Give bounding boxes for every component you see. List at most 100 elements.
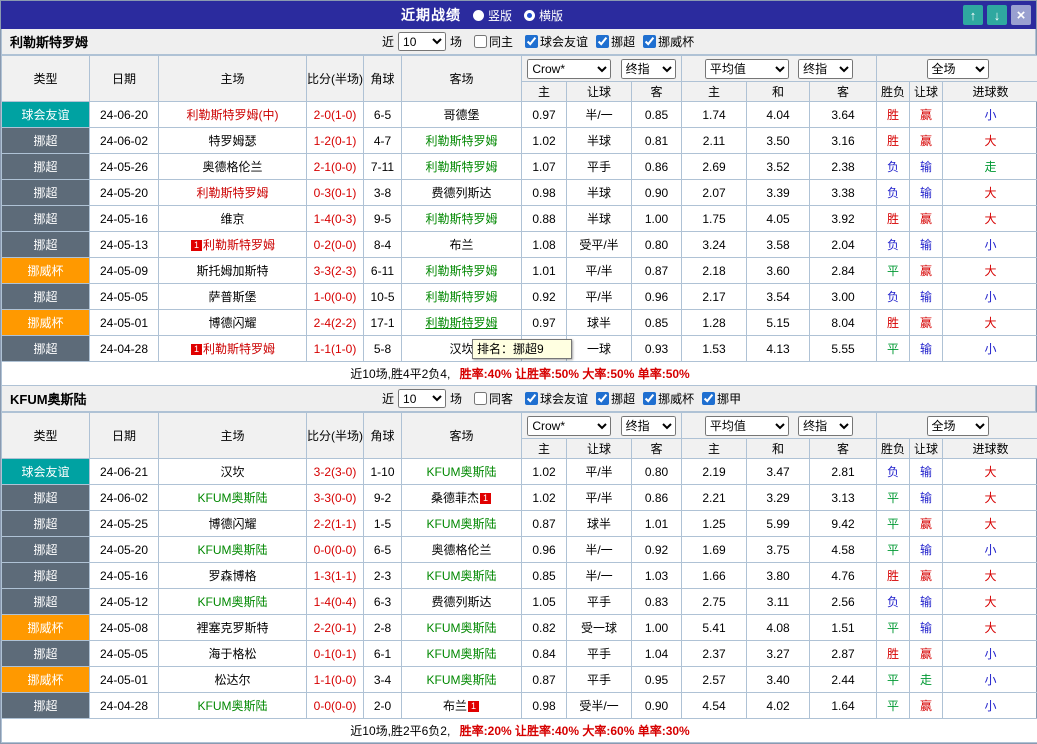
radio-selected-icon[interactable] (524, 10, 535, 21)
book-period-select[interactable]: 终指 (621, 416, 676, 436)
team-name-link[interactable]: 利勒斯特罗姆(中) (187, 108, 279, 122)
home-team-cell: KFUM奥斯陆 (159, 693, 307, 719)
team-name-link[interactable]: 裡塞克罗斯特 (196, 621, 268, 635)
team-name-link[interactable]: 萨普斯堡 (208, 290, 256, 304)
team-name-link[interactable]: KFUM奥斯陆 (198, 595, 268, 609)
team-name-link[interactable]: 博德闪耀 (208, 316, 256, 330)
match-count-select[interactable]: 10 (398, 32, 446, 51)
same-venue-checkbox[interactable] (474, 392, 487, 405)
avg-period-select[interactable]: 终指 (798, 416, 853, 436)
league-checkbox[interactable] (525, 392, 538, 405)
result-handicap: 赢 (910, 310, 943, 336)
result-winloss: 负 (877, 589, 910, 615)
avg-home-odds: 2.11 (682, 128, 747, 154)
avg-away-odds: 3.38 (810, 180, 877, 206)
avg-period-select[interactable]: 终指 (798, 59, 853, 79)
same-venue-filter[interactable]: 同主 (474, 33, 513, 50)
team-name-link[interactable]: 哥德堡 (443, 108, 479, 122)
team-name-link[interactable]: KFUM奥斯陆 (427, 673, 497, 687)
bookmaker-select[interactable]: Crow* (527, 416, 611, 436)
team-name-link[interactable]: 利勒斯特罗姆 (425, 212, 497, 226)
avg-draw-odds: 4.08 (747, 615, 810, 641)
team-name-link[interactable]: 特罗姆瑟 (208, 134, 256, 148)
team-name-link[interactable]: KFUM奥斯陆 (427, 569, 497, 583)
team-name-link[interactable]: 利勒斯特罗姆 (425, 316, 497, 330)
layout-vertical-radio[interactable]: 竖版 (473, 7, 512, 24)
team-name-link[interactable]: 布兰 (449, 238, 473, 252)
match-row: 球会友谊 24-06-20 利勒斯特罗姆(中) 2-0(1-0) 6-5 哥德堡… (2, 102, 1037, 128)
red-card-badge: 1 (480, 493, 491, 504)
league-checkbox[interactable] (525, 35, 538, 48)
team-name-link[interactable]: 费德列斯达 (431, 186, 491, 200)
league-filter[interactable]: 球会友谊 (525, 33, 588, 50)
team-name-link[interactable]: KFUM奥斯陆 (427, 621, 497, 635)
team-name-link[interactable]: KFUM奥斯陆 (198, 699, 268, 713)
match-row: 挪超 24-05-13 1利勒斯特罗姆 0-2(0-0) 8-4 布兰 1.08… (2, 232, 1037, 258)
league-type-cell: 挪超 (2, 180, 90, 206)
corner-count: 1-5 (364, 511, 402, 537)
team-name-link[interactable]: KFUM奥斯陆 (198, 491, 268, 505)
book-period-select[interactable]: 终指 (621, 59, 676, 79)
same-venue-filter[interactable]: 同客 (474, 390, 513, 407)
league-filters: 球会友谊挪超挪威杯挪甲 (517, 390, 741, 407)
team-name-link[interactable]: KFUM奥斯陆 (427, 647, 497, 661)
team-name-link[interactable]: 奥德格伦兰 (431, 543, 491, 557)
team-name-link[interactable]: 海于格松 (208, 647, 256, 661)
match-row: 挪超 24-05-20 KFUM奥斯陆 0-0(0-0) 6-5 奥德格伦兰 0… (2, 537, 1037, 563)
team-name-link[interactable]: 利勒斯特罗姆 (425, 160, 497, 174)
league-filter[interactable]: 挪甲 (702, 390, 741, 407)
close-button[interactable]: × (1011, 5, 1031, 25)
avg-select[interactable]: 平均值 (705, 59, 789, 79)
league-filter[interactable]: 球会友谊 (525, 390, 588, 407)
bookmaker-select[interactable]: Crow* (527, 59, 611, 79)
team-name-link[interactable]: 松达尔 (214, 673, 250, 687)
radio-icon[interactable] (473, 10, 484, 21)
layout-horizontal-radio[interactable]: 横版 (524, 7, 563, 24)
move-down-button[interactable]: ↓ (987, 5, 1007, 25)
league-filter[interactable]: 挪超 (596, 33, 635, 50)
team-name-link[interactable]: 利勒斯特罗姆 (203, 342, 275, 356)
scope-select[interactable]: 全场 (927, 416, 989, 436)
avg-draw-odds: 3.75 (747, 537, 810, 563)
league-filter[interactable]: 挪威杯 (643, 390, 694, 407)
team-name-link[interactable]: 利勒斯特罗姆 (425, 134, 497, 148)
team-name-link[interactable]: 费德列斯达 (431, 595, 491, 609)
league-checkbox[interactable] (596, 392, 609, 405)
team-name-link[interactable]: 利勒斯特罗姆 (196, 186, 268, 200)
team-name-link[interactable]: 罗森博格 (208, 569, 256, 583)
team-name-link[interactable]: 利勒斯特罗姆 (425, 290, 497, 304)
team-name-link[interactable]: 利勒斯特罗姆 (203, 238, 275, 252)
league-checkbox[interactable] (643, 392, 656, 405)
match-date: 24-05-16 (90, 563, 159, 589)
team-name-link[interactable]: KFUM奥斯陆 (427, 517, 497, 531)
corner-count: 8-4 (364, 232, 402, 258)
away-team-cell: 利勒斯特罗姆 (402, 128, 522, 154)
same-venue-checkbox[interactable] (474, 35, 487, 48)
away-team-cell: 费德列斯达 (402, 589, 522, 615)
team-name-link[interactable]: 布兰 (443, 699, 467, 713)
team-name-link[interactable]: 汉坎 (449, 342, 473, 356)
handicap-line: 平手 (567, 589, 632, 615)
match-date: 24-05-25 (90, 511, 159, 537)
match-count-select[interactable]: 10 (398, 389, 446, 408)
team-name-link[interactable]: KFUM奥斯陆 (427, 465, 497, 479)
team-name-link[interactable]: 博德闪耀 (208, 517, 256, 531)
league-checkbox[interactable] (643, 35, 656, 48)
league-filter[interactable]: 挪威杯 (643, 33, 694, 50)
col-corner: 角球 (364, 413, 402, 459)
league-checkbox[interactable] (596, 35, 609, 48)
league-checkbox[interactable] (702, 392, 715, 405)
team-name-link[interactable]: 奥德格伦兰 (202, 160, 262, 174)
scope-select[interactable]: 全场 (927, 59, 989, 79)
team-name-link[interactable]: 汉坎 (220, 465, 244, 479)
team-name-link[interactable]: 维京 (220, 212, 244, 226)
handicap-home-odds: 0.98 (522, 693, 567, 719)
team-name-link[interactable]: 利勒斯特罗姆 (425, 264, 497, 278)
move-up-button[interactable]: ↑ (963, 5, 983, 25)
home-team-cell: 松达尔 (159, 667, 307, 693)
avg-select[interactable]: 平均值 (705, 416, 789, 436)
team-name-link[interactable]: 斯托姆加斯特 (196, 264, 268, 278)
league-filter[interactable]: 挪超 (596, 390, 635, 407)
team-name-link[interactable]: KFUM奥斯陆 (198, 543, 268, 557)
team-name-link[interactable]: 桑德菲杰 (431, 491, 479, 505)
